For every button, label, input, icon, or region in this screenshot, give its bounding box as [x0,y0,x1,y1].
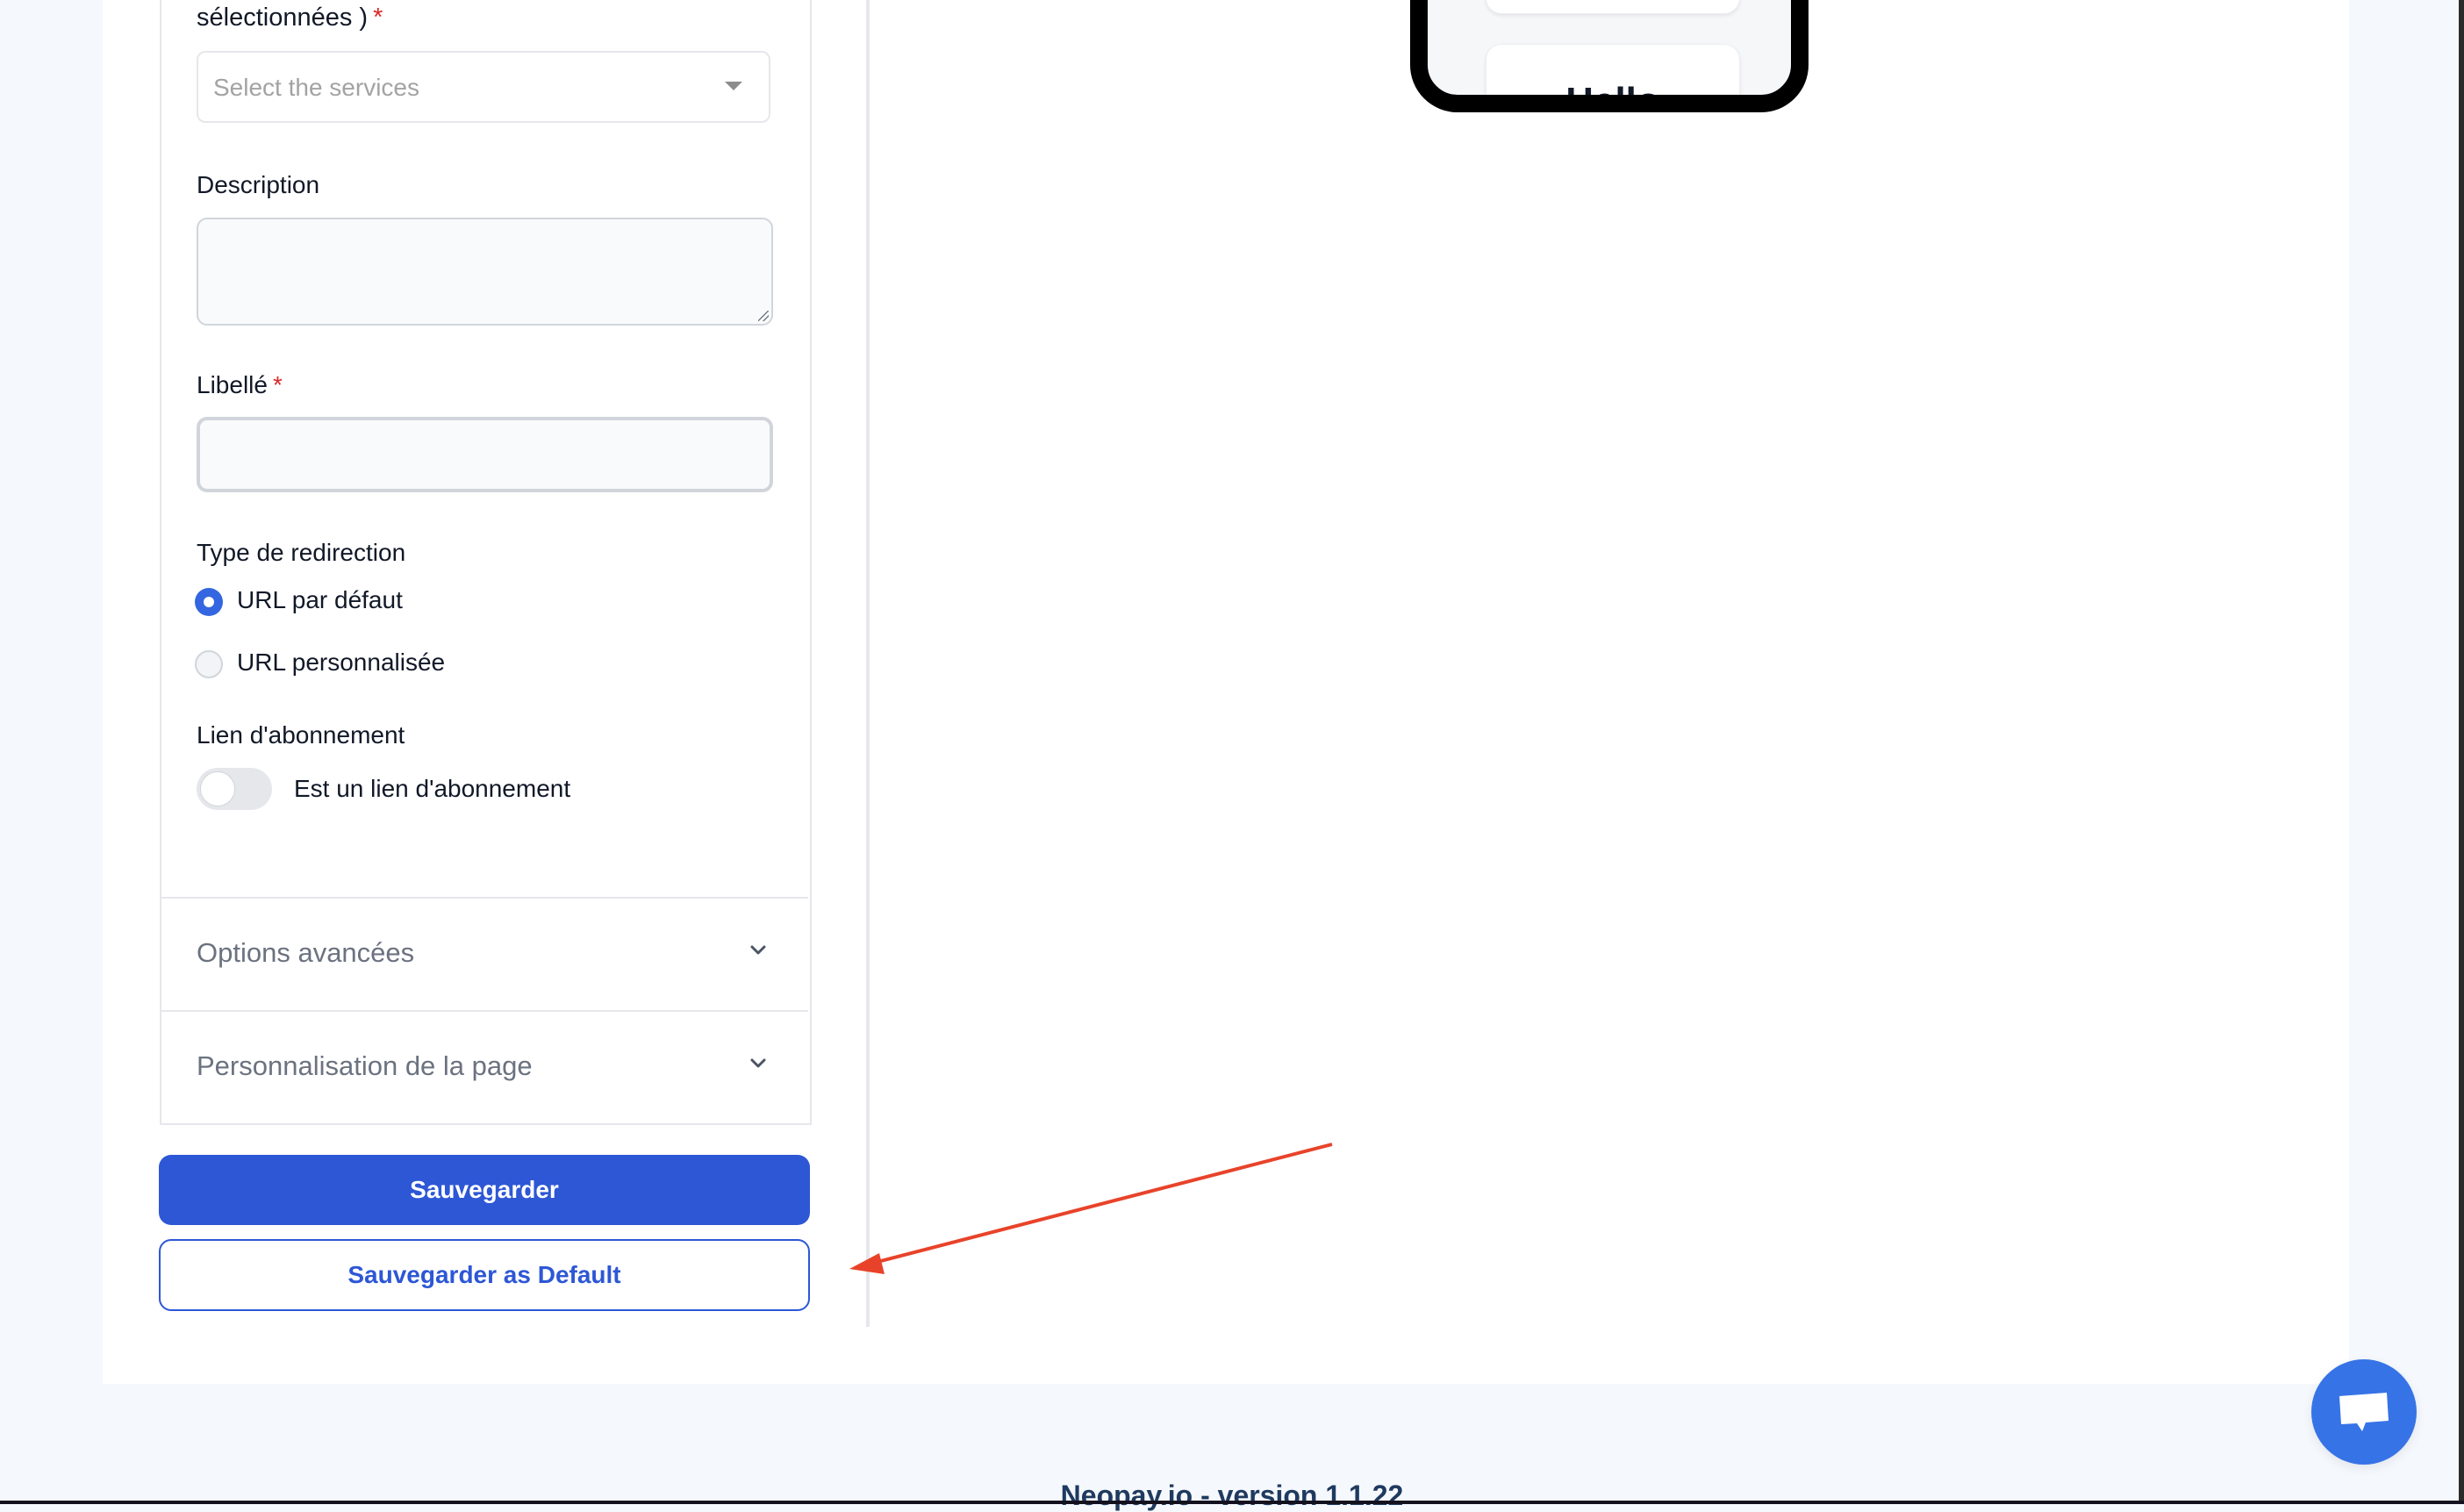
arrow-head-icon [849,1253,885,1274]
chat-button[interactable] [2311,1359,2417,1465]
window-edge [2459,0,2464,1504]
chat-bubble-icon [2339,1393,2389,1431]
arrow-shaft [870,1143,1333,1265]
footer-version: Neopay.io - version 1.1.22 [1060,1480,1404,1511]
window-edge [0,1501,2464,1504]
annotation-arrow [849,1143,1333,1274]
